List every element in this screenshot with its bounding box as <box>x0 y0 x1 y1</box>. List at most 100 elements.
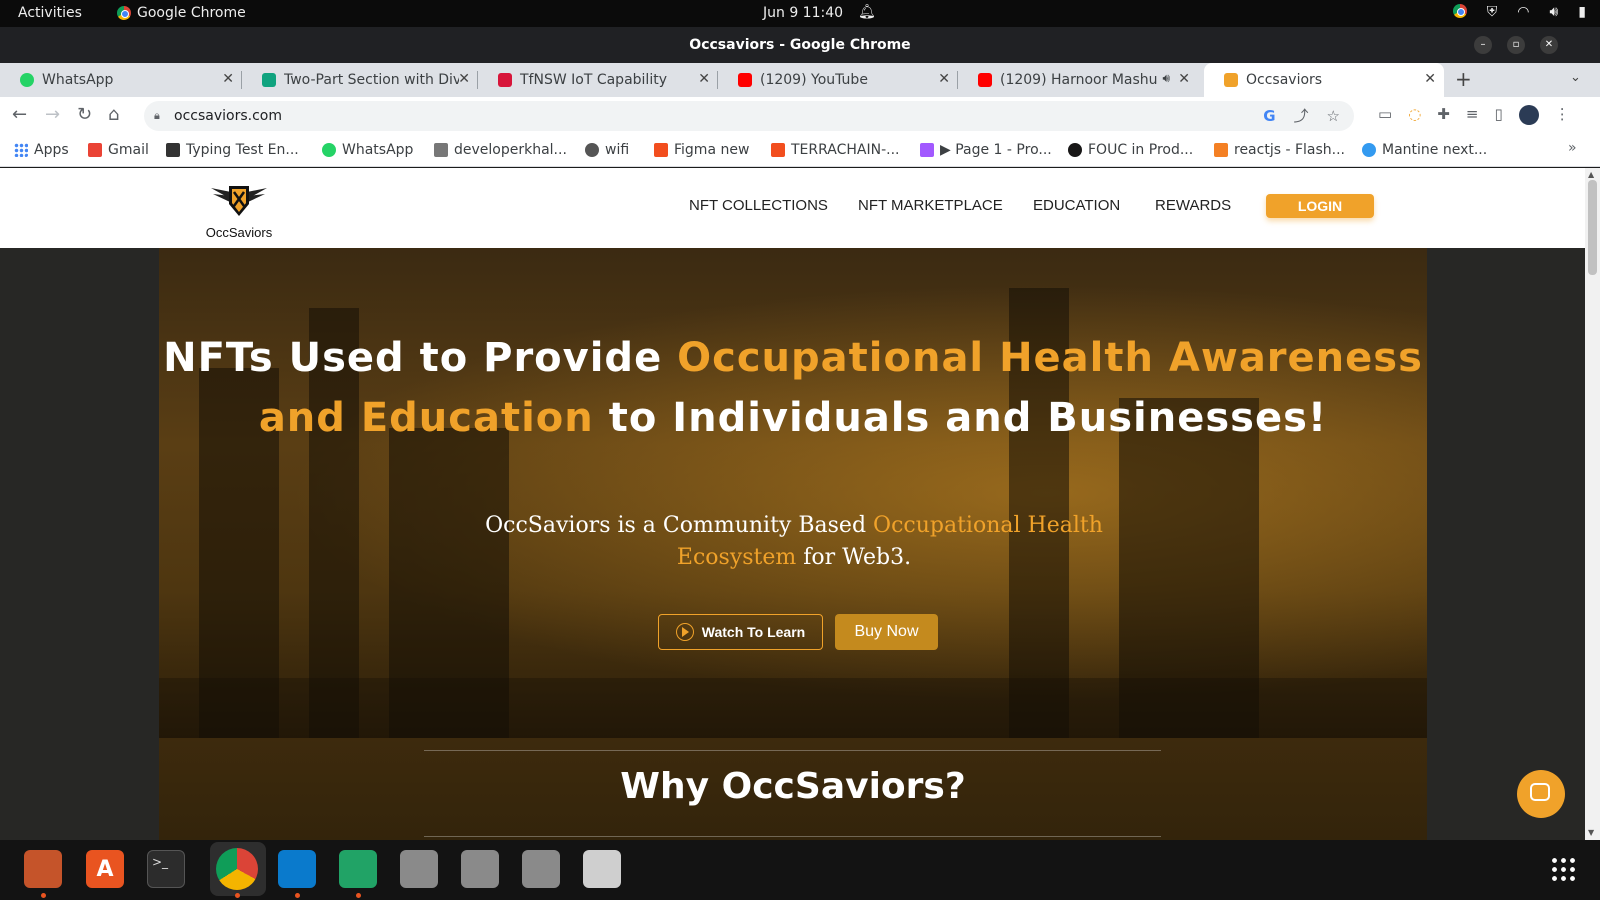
bookmark-wifi[interactable]: wifi <box>585 142 629 158</box>
vscode-icon[interactable] <box>278 850 316 888</box>
globe-icon <box>585 143 599 157</box>
site-logo[interactable]: OccSaviors <box>198 182 280 240</box>
close-tab-icon[interactable]: ✕ <box>458 71 470 87</box>
nav-nft-collections[interactable]: NFT COLLECTIONS <box>689 197 828 214</box>
share-icon[interactable]: ⤴ <box>1294 101 1309 131</box>
bookmark-label: Gmail <box>108 142 149 158</box>
scrollbar-thumb[interactable] <box>1588 180 1597 275</box>
menu-kebab-icon[interactable]: ⋮ <box>1555 105 1570 125</box>
show-apps-grid-icon[interactable] <box>1550 856 1576 882</box>
volume-icon[interactable]: 🔊︎ <box>1549 4 1558 20</box>
divider <box>424 836 1161 837</box>
scroll-up-icon[interactable]: ▲ <box>1588 170 1594 179</box>
tab-label: TfNSW IoT Capability <box>520 72 667 88</box>
chrome-icon[interactable] <box>216 848 258 890</box>
puzzle-icon[interactable]: ✚ <box>1437 105 1450 125</box>
youtube-icon <box>978 73 992 87</box>
forward-icon[interactable]: → <box>45 104 60 125</box>
tab-strip: WhatsApp ✕ Two-Part Section with Div ✕ T… <box>0 63 1600 97</box>
close-tab-icon[interactable]: ✕ <box>1424 71 1436 87</box>
bookmarks-overflow-icon[interactable]: » <box>1568 140 1577 156</box>
nav-education[interactable]: EDUCATION <box>1033 197 1120 214</box>
bookmark-apps[interactable]: Apps <box>14 142 69 158</box>
bookmark-terrachain[interactable]: TERRACHAIN-... <box>771 142 900 158</box>
side-panel-icon[interactable]: ▯ <box>1494 105 1502 125</box>
lock-icon[interactable]: 🔒︎ <box>154 101 160 131</box>
battery-icon[interactable]: ▮ <box>1578 4 1586 20</box>
tab-search-chevron-icon[interactable]: ⌄ <box>1570 70 1581 85</box>
extension-icon[interactable]: ▭ <box>1378 105 1392 125</box>
bookmark-whatsapp[interactable]: WhatsApp <box>322 142 413 158</box>
bookmark-reactjs[interactable]: reactjs - Flash... <box>1214 142 1345 158</box>
bookmark-developerkhal[interactable]: developerkhal... <box>434 142 567 158</box>
wifi-icon[interactable]: ◠ <box>1517 4 1529 20</box>
gmail-icon <box>88 143 102 157</box>
nav-nft-marketplace[interactable]: NFT MARKETPLACE <box>858 197 1003 214</box>
bookmark-page1[interactable]: ▶ Page 1 - Pro... <box>920 142 1052 158</box>
watch-to-learn-button[interactable]: Watch To Learn <box>658 614 823 650</box>
trash-icon[interactable] <box>583 850 621 888</box>
disk-icon[interactable] <box>461 850 499 888</box>
close-tab-icon[interactable]: ✕ <box>1178 71 1190 87</box>
system-tray[interactable]: ⛨ ◠ 🔊︎ ▮ <box>1452 4 1586 20</box>
github-icon <box>1068 143 1082 157</box>
disk-icon[interactable] <box>522 850 560 888</box>
chrome-tray-icon[interactable] <box>1452 4 1467 18</box>
close-tab-icon[interactable]: ✕ <box>938 71 950 87</box>
reading-list-icon[interactable]: ≡ <box>1466 105 1479 125</box>
bookmark-fouc[interactable]: FOUC in Prod... <box>1068 142 1193 158</box>
tab-label: Occsaviors <box>1246 72 1323 88</box>
avatar[interactable] <box>1518 105 1539 125</box>
tab-youtube[interactable]: (1209) YouTube ✕ <box>718 63 958 97</box>
bookmark-gmail[interactable]: Gmail <box>88 142 149 158</box>
bookmark-mantine[interactable]: Mantine next... <box>1362 142 1487 158</box>
shield-icon[interactable]: ⛨ <box>1487 4 1498 20</box>
spreadsheet-icon[interactable] <box>339 850 377 888</box>
scroll-down-icon[interactable]: ▼ <box>1588 828 1594 837</box>
tab-whatsapp[interactable]: WhatsApp ✕ <box>0 63 242 97</box>
home-icon[interactable]: ⌂ <box>108 104 119 125</box>
url-text: occsaviors.com <box>174 108 282 124</box>
back-icon[interactable]: ← <box>12 104 27 125</box>
site-header: OccSaviors NFT COLLECTIONS NFT MARKETPLA… <box>0 168 1585 248</box>
disk-icon[interactable] <box>400 850 438 888</box>
activities-button[interactable]: Activities <box>18 5 82 21</box>
files-icon[interactable] <box>24 850 62 888</box>
bookmark-star-icon[interactable]: ☆ <box>1327 101 1340 131</box>
login-button[interactable]: LOGIN <box>1266 194 1374 218</box>
buy-now-button[interactable]: Buy Now <box>835 614 938 650</box>
running-indicator <box>295 893 300 898</box>
close-tab-icon[interactable]: ✕ <box>698 71 710 87</box>
reload-icon[interactable]: ↻ <box>77 104 92 125</box>
chat-widget-button[interactable] <box>1517 770 1565 818</box>
page-scrollbar[interactable]: ▲ ▼ <box>1585 168 1600 840</box>
page-viewport: OccSaviors NFT COLLECTIONS NFT MARKETPLA… <box>0 168 1585 840</box>
bookmark-label: wifi <box>605 142 630 158</box>
why-section: Why OccSaviors? <box>159 738 1427 840</box>
bookmark-figma-new[interactable]: Figma new <box>654 142 749 158</box>
tab-tfnsw[interactable]: TfNSW IoT Capability ✕ <box>478 63 718 97</box>
nav-rewards[interactable]: REWARDS <box>1155 197 1231 214</box>
youtube-icon <box>738 73 752 87</box>
google-lens-icon[interactable]: G <box>1263 101 1275 131</box>
address-bar[interactable]: 🔒︎ occsaviors.com G ⤴ ☆ <box>144 101 1354 131</box>
software-center-icon[interactable]: A <box>86 850 124 888</box>
bookmark-typing-test[interactable]: Typing Test En... <box>166 142 299 158</box>
new-tab-icon[interactable]: + <box>1455 67 1472 91</box>
tab-occsaviors[interactable]: Occsaviors ✕ <box>1204 63 1444 97</box>
app-menu[interactable]: Google Chrome <box>117 5 246 21</box>
close-window-icon[interactable]: ✕ <box>1540 36 1558 54</box>
tab-two-part-section[interactable]: Two-Part Section with Div ✕ <box>242 63 478 97</box>
play-icon <box>675 623 694 641</box>
audio-playing-icon[interactable]: 🔊︎ <box>1162 71 1170 86</box>
minimize-icon[interactable]: – <box>1474 36 1492 54</box>
notification-bell-icon[interactable]: 🔔︎ <box>858 4 876 20</box>
maximize-icon[interactable]: ▫ <box>1507 36 1525 54</box>
close-tab-icon[interactable]: ✕ <box>222 71 234 87</box>
bookmark-label: reactjs - Flash... <box>1234 142 1346 158</box>
occsaviors-favicon <box>1224 73 1238 87</box>
extension-icon[interactable]: ◌ <box>1408 105 1421 125</box>
clock[interactable]: Jun 9 11:40 <box>763 5 843 21</box>
terminal-icon[interactable]: >_ <box>147 850 185 888</box>
tab-youtube-harnoor[interactable]: (1209) Harnoor Mashu 🔊︎ ✕ <box>958 63 1198 97</box>
